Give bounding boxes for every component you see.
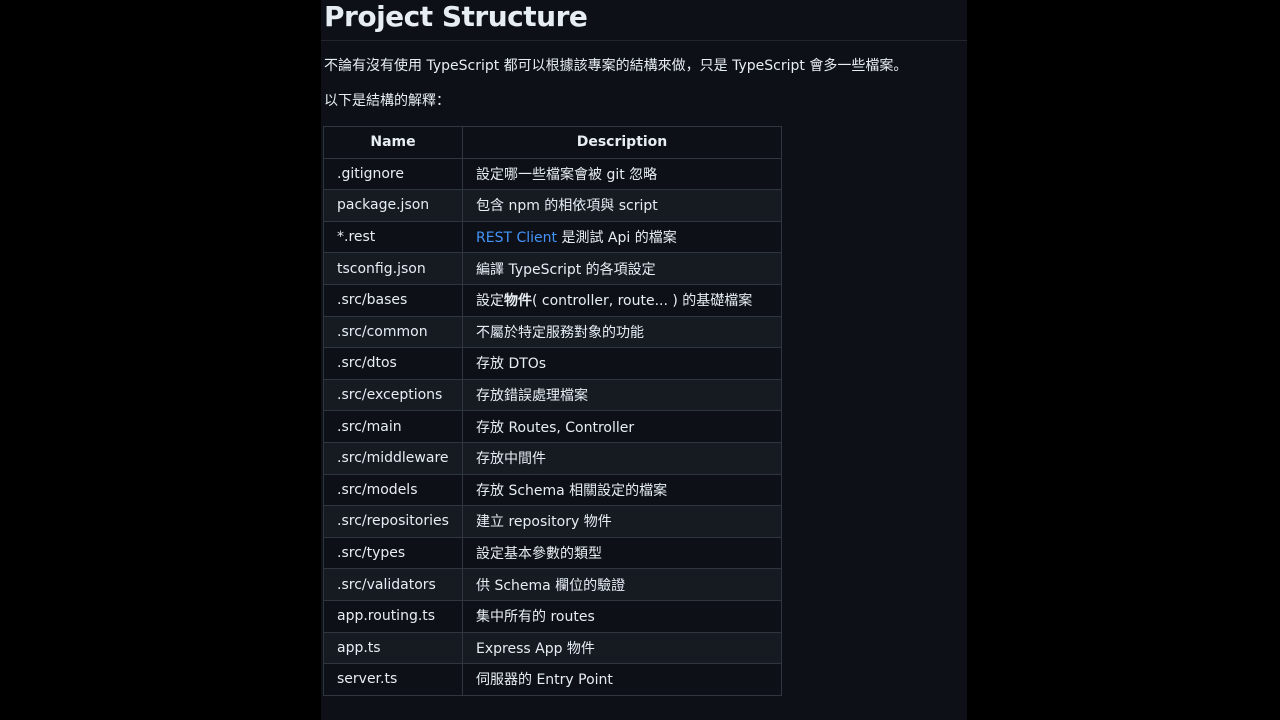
row-description-text: ( controller, route... ) 的基礎檔案 — [532, 293, 753, 310]
table-row: .src/common 不屬於特定服務對象的功能 — [323, 315, 782, 349]
row-name: *.rest — [323, 220, 463, 254]
row-description: 伺服器的 Entry Point — [462, 663, 782, 696]
table-row: server.ts 伺服器的 Entry Point — [323, 663, 782, 696]
table-row: .src/middleware 存放中間件 — [323, 441, 782, 475]
row-name: .src/models — [323, 473, 463, 507]
row-description: 存放 DTOs — [462, 347, 782, 380]
row-description: 包含 npm 的相依項與 script — [462, 189, 782, 222]
table-row: package.json 包含 npm 的相依項與 script — [323, 189, 782, 222]
row-name: tsconfig.json — [323, 252, 463, 285]
table-row: .gitignore 設定哪一些檔案會被 git 忽略 — [323, 157, 782, 191]
row-description: 設定哪一些檔案會被 git 忽略 — [462, 157, 782, 191]
row-description: Express App 物件 — [462, 631, 782, 665]
row-description-emphasis: 物件 — [504, 293, 532, 310]
table-row: *.rest REST Client 是測試 Api 的檔案 — [323, 220, 782, 254]
row-name: .src/middleware — [323, 441, 463, 475]
row-name: .src/common — [323, 315, 463, 349]
row-name: app.routing.ts — [323, 599, 463, 633]
structure-table: Name Description .gitignore 設定哪一些檔案會被 gi… — [323, 126, 782, 696]
heading-divider — [321, 40, 967, 41]
row-description: 設定基本參數的類型 — [462, 536, 782, 570]
table-row: app.ts Express App 物件 — [323, 631, 782, 665]
table-row: .src/validators 供 Schema 欄位的驗證 — [323, 568, 782, 601]
table-row: app.routing.ts 集中所有的 routes — [323, 599, 782, 633]
table-row: .src/repositories 建立 repository 物件 — [323, 505, 782, 538]
table-row: tsconfig.json 編譯 TypeScript 的各項設定 — [323, 252, 782, 285]
row-name: package.json — [323, 189, 463, 222]
table-row: .src/models 存放 Schema 相關設定的檔案 — [323, 473, 782, 507]
row-description: 存放錯誤處理檔案 — [462, 378, 782, 412]
row-description: 不屬於特定服務對象的功能 — [462, 315, 782, 349]
row-description-text: 是測試 Api 的檔案 — [557, 230, 677, 247]
row-name: .src/repositories — [323, 505, 463, 538]
row-name: .src/bases — [323, 283, 463, 317]
row-name: app.ts — [323, 631, 463, 665]
document-page: Project Structure 不論有沒有使用 TypeScript 都可以… — [321, 0, 967, 720]
row-name: .gitignore — [323, 157, 463, 191]
row-name: .src/types — [323, 536, 463, 570]
column-header-name: Name — [323, 126, 463, 159]
table-row: .src/dtos 存放 DTOs — [323, 347, 782, 380]
row-name: .src/validators — [323, 568, 463, 601]
row-description: REST Client 是測試 Api 的檔案 — [462, 220, 782, 254]
column-header-description: Description — [462, 126, 782, 159]
explanation-paragraph: 以下是結構的解釋： — [324, 93, 450, 109]
row-description: 存放 Schema 相關設定的檔案 — [462, 473, 782, 507]
row-description: 供 Schema 欄位的驗證 — [462, 568, 782, 601]
table-row: .src/main 存放 Routes, Controller — [323, 410, 782, 443]
row-description: 設定物件( controller, route... ) 的基礎檔案 — [462, 283, 782, 317]
row-name: .src/main — [323, 410, 463, 443]
table-header-row: Name Description — [323, 126, 782, 159]
row-name: .src/dtos — [323, 347, 463, 380]
row-description: 存放中間件 — [462, 441, 782, 475]
row-description: 建立 repository 物件 — [462, 505, 782, 538]
intro-paragraph: 不論有沒有使用 TypeScript 都可以根據該專案的結構來做，只是 Type… — [324, 58, 908, 74]
table-row: .src/types 設定基本參數的類型 — [323, 536, 782, 570]
row-description: 集中所有的 routes — [462, 599, 782, 633]
row-description-prefix: 設定 — [476, 293, 504, 310]
row-name: .src/exceptions — [323, 378, 463, 412]
rest-client-link[interactable]: REST Client — [476, 230, 557, 246]
table-row: .src/bases 設定物件( controller, route... ) … — [323, 283, 782, 317]
table-row: .src/exceptions 存放錯誤處理檔案 — [323, 378, 782, 412]
row-description: 存放 Routes, Controller — [462, 410, 782, 443]
row-description: 編譯 TypeScript 的各項設定 — [462, 252, 782, 285]
row-name: server.ts — [323, 663, 463, 696]
page-title: Project Structure — [324, 0, 588, 33]
